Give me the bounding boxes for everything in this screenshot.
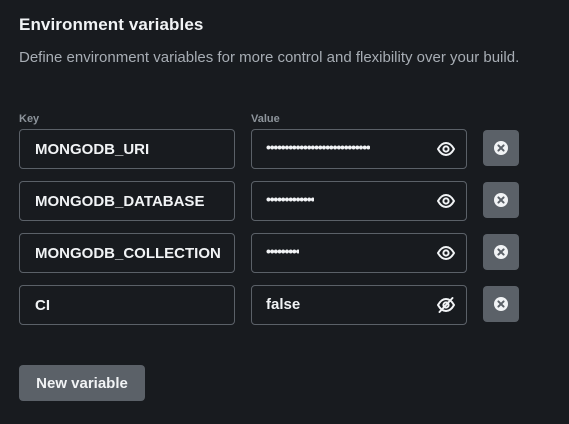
variable-key-input[interactable]: MONGODB_URI bbox=[19, 129, 235, 169]
delete-variable-button[interactable] bbox=[483, 182, 519, 218]
eye-icon[interactable] bbox=[436, 191, 456, 211]
delete-variable-button[interactable] bbox=[483, 234, 519, 270]
variable-key-input[interactable]: CI bbox=[19, 285, 235, 325]
key-column-label: Key bbox=[19, 113, 40, 125]
close-circle-icon bbox=[494, 297, 508, 311]
variable-key-value: MONGODB_COLLECTION bbox=[35, 245, 221, 262]
close-circle-icon bbox=[494, 193, 508, 207]
new-variable-button[interactable]: New variable bbox=[19, 365, 145, 401]
variable-key-input[interactable]: MONGODB_DATABASE bbox=[19, 181, 235, 221]
section-description: Define environment variables for more co… bbox=[19, 49, 520, 66]
value-column-label: Value bbox=[251, 113, 280, 125]
variable-value-masked: ••••••••••••• bbox=[266, 191, 315, 207]
variable-value-input[interactable]: false bbox=[251, 285, 467, 325]
variable-key-value: MONGODB_DATABASE bbox=[35, 193, 205, 210]
delete-variable-button[interactable] bbox=[483, 286, 519, 322]
delete-variable-button[interactable] bbox=[483, 130, 519, 166]
variable-row: MONGODB_COLLECTION ••••••••• bbox=[0, 233, 569, 273]
eye-icon[interactable] bbox=[436, 139, 456, 159]
variable-row: MONGODB_URI •••••••••••••••••••••••••••• bbox=[0, 129, 569, 169]
close-circle-icon bbox=[494, 245, 508, 259]
variable-key-value: CI bbox=[35, 297, 50, 314]
variable-value-text: false bbox=[266, 296, 301, 313]
close-circle-icon bbox=[494, 141, 508, 155]
environment-variables-panel: Environment variables Define environment… bbox=[0, 0, 569, 424]
variable-row: MONGODB_DATABASE ••••••••••••• bbox=[0, 181, 569, 221]
variable-row: CI false bbox=[0, 285, 569, 325]
variable-key-value: MONGODB_URI bbox=[35, 141, 150, 158]
variable-value-input[interactable]: ••••••••••••• bbox=[251, 181, 467, 221]
eye-icon[interactable] bbox=[436, 243, 456, 263]
variable-value-input[interactable]: ••••••••• bbox=[251, 233, 467, 273]
variable-value-masked: ••••••••• bbox=[266, 243, 300, 259]
variable-value-masked: •••••••••••••••••••••••••••• bbox=[266, 139, 370, 155]
variable-key-input[interactable]: MONGODB_COLLECTION bbox=[19, 233, 235, 273]
eye-off-icon[interactable] bbox=[436, 295, 456, 315]
section-title: Environment variables bbox=[19, 15, 204, 34]
variable-value-input[interactable]: •••••••••••••••••••••••••••• bbox=[251, 129, 467, 169]
